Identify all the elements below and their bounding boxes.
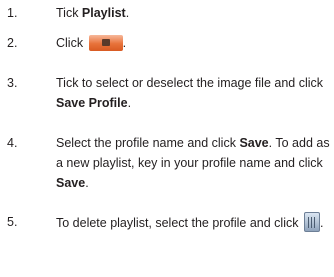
step-text: Select the profile name and click Save. …: [56, 136, 330, 190]
save-playlist-button-icon: [88, 35, 123, 51]
step-text: Tick Playlist.: [56, 6, 130, 20]
step-number: 2.: [7, 36, 18, 50]
step-text: To delete playlist, select the profile a…: [56, 212, 331, 233]
step-number: 4.: [7, 136, 18, 150]
step-number: 1.: [7, 6, 18, 20]
save-label: Save: [239, 136, 269, 150]
step-text: Click .: [56, 35, 127, 51]
trash-bin-icon: [303, 212, 320, 232]
save-profile-label: Save Profile: [56, 96, 128, 110]
playlist-label: Playlist: [81, 6, 126, 20]
instruction-steps: 1. Tick Playlist. 2. Click . 3. Tick to …: [0, 0, 334, 277]
step-text: Tick to select or deselect the image fil…: [56, 76, 324, 110]
step-number: 3.: [7, 76, 18, 90]
step-number: 5.: [7, 215, 18, 229]
save-label: Save: [56, 176, 86, 190]
